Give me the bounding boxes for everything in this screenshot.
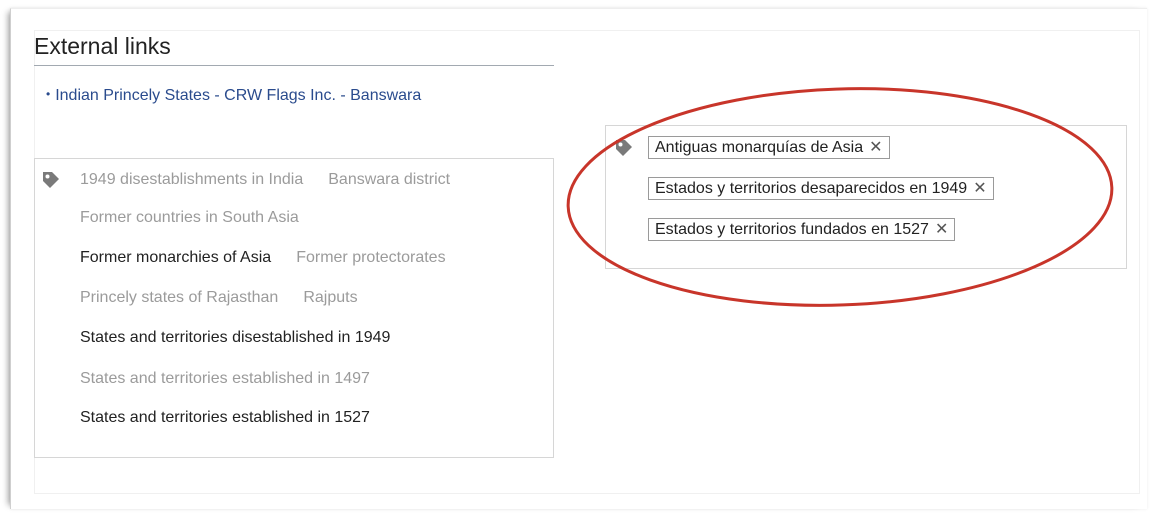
category-item[interactable]: States and territories disestablished in… bbox=[80, 329, 390, 346]
tag-icon bbox=[614, 138, 634, 158]
category-item[interactable]: Banswara district bbox=[328, 171, 450, 188]
category-item[interactable]: Rajputs bbox=[303, 289, 357, 306]
chip-label: Estados y territorios desaparecidos en 1… bbox=[655, 180, 968, 197]
category-chip: Estados y territorios fundados en 1527 ✕ bbox=[648, 218, 956, 241]
category-item[interactable]: Princely states of Rajasthan bbox=[80, 289, 278, 306]
category-item[interactable]: States and territories established in 15… bbox=[80, 409, 370, 426]
category-line: States and territories disestablished in… bbox=[80, 329, 415, 347]
category-line: Former countries in South Asia bbox=[80, 209, 324, 227]
close-icon[interactable]: ✕ bbox=[935, 220, 948, 239]
section-heading: External links bbox=[34, 32, 554, 66]
category-line: Former monarchies of Asia Former protecto… bbox=[80, 249, 471, 267]
category-item[interactable]: States and territories established in 14… bbox=[80, 370, 370, 387]
close-icon[interactable]: ✕ bbox=[869, 138, 882, 157]
category-item[interactable]: Former protectorates bbox=[296, 249, 445, 266]
category-line: 1949 disestablishments in India Banswara … bbox=[80, 171, 475, 189]
external-link-item: • Indian Princely States - CRW Flags Inc.… bbox=[46, 87, 421, 105]
categories-box: 1949 disestablishments in India Banswara … bbox=[34, 158, 554, 458]
category-item[interactable]: Former countries in South Asia bbox=[80, 209, 299, 226]
category-chip: Antiguas monarquías de Asia ✕ bbox=[648, 136, 890, 159]
category-line: States and territories established in 15… bbox=[80, 409, 395, 427]
category-chip: Estados y territorios desaparecidos en 1… bbox=[648, 177, 994, 200]
spanish-categories-box: Antiguas monarquías de Asia ✕ Estados y t… bbox=[605, 125, 1127, 269]
category-line: States and territories established in 14… bbox=[80, 370, 395, 388]
external-link[interactable]: Indian Princely States - CRW Flags Inc. … bbox=[55, 87, 421, 104]
category-line: Princely states of Rajasthan Rajputs bbox=[80, 289, 383, 307]
tag-icon bbox=[41, 170, 61, 190]
close-icon[interactable]: ✕ bbox=[973, 179, 986, 198]
category-item[interactable]: Former monarchies of Asia bbox=[80, 249, 271, 266]
chip-label: Estados y territorios fundados en 1527 bbox=[655, 221, 929, 238]
bullet: • bbox=[46, 87, 51, 101]
category-item[interactable]: 1949 disestablishments in India bbox=[80, 171, 303, 188]
chip-label: Antiguas monarquías de Asia bbox=[655, 139, 864, 156]
